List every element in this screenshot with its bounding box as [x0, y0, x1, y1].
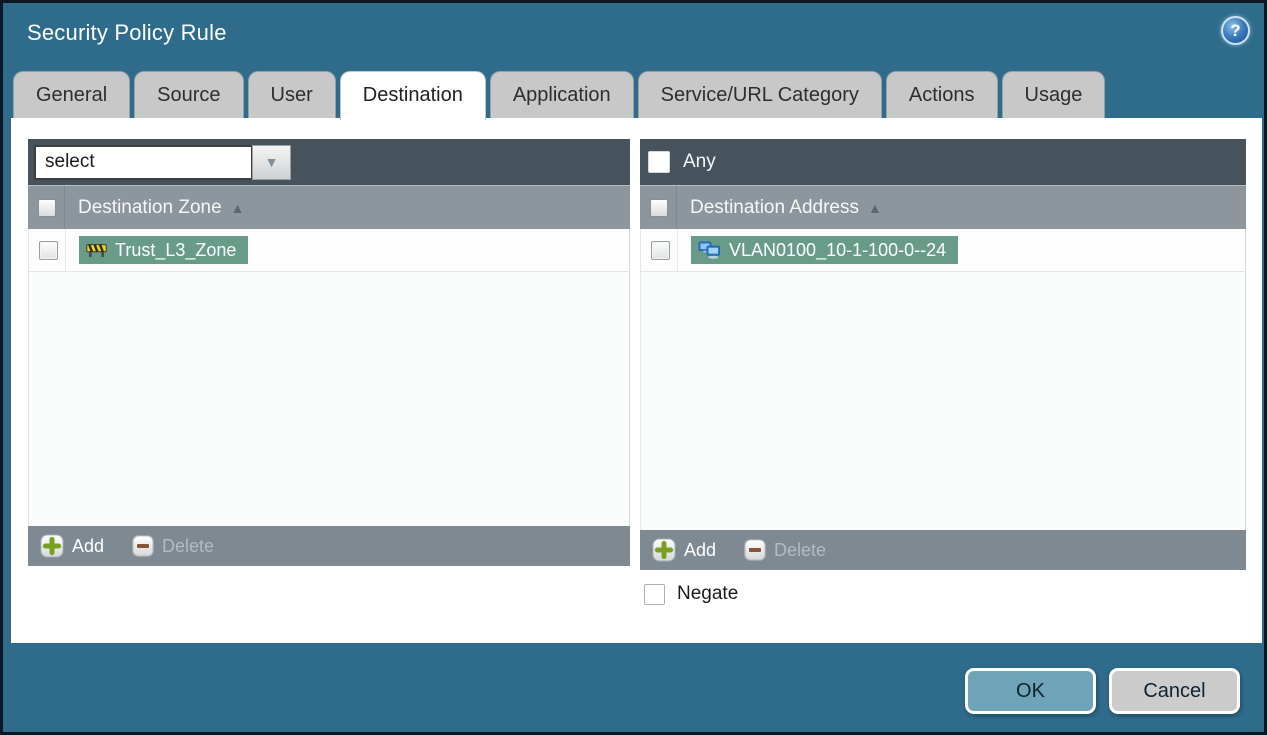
zone-row-checkbox-cell — [29, 229, 66, 271]
zone-header-checkbox-cell — [28, 186, 65, 229]
any-label: Any — [683, 151, 716, 172]
address-select-all-checkbox[interactable] — [650, 198, 668, 217]
help-glyph: ? — [1230, 20, 1241, 40]
cancel-button[interactable]: Cancel — [1109, 668, 1240, 714]
table-row[interactable]: VLAN0100_10-1-100-0--24 — [641, 229, 1245, 272]
zone-select-input[interactable] — [34, 144, 252, 180]
zone-add-label: Add — [72, 535, 105, 556]
add-icon — [652, 538, 676, 562]
address-icon — [698, 241, 721, 259]
tab-bar: General Source User Destination Applicat… — [13, 71, 1106, 120]
address-header-checkbox-cell — [640, 186, 677, 229]
negate-row: Negate — [644, 583, 738, 605]
any-checkbox[interactable] — [648, 151, 670, 173]
address-column-header[interactable]: Destination Address ▲ — [640, 185, 1246, 229]
zone-select-bar: ▼ — [28, 139, 630, 185]
address-entry-chip[interactable]: VLAN0100_10-1-100-0--24 — [691, 236, 959, 264]
zone-add-button[interactable]: Add — [40, 534, 104, 558]
zone-select-all-checkbox[interactable] — [38, 198, 56, 217]
address-delete-button[interactable]: Delete — [744, 539, 826, 561]
ok-button[interactable]: OK — [965, 668, 1096, 714]
delete-icon — [744, 539, 766, 561]
destination-address-panel: Any Destination Address ▲ VLAN0100_10-1-… — [640, 139, 1246, 570]
title-bar: Security Policy Rule ? — [3, 3, 1264, 67]
add-icon — [40, 534, 64, 558]
address-add-label: Add — [684, 539, 717, 560]
tab-user[interactable]: User — [247, 71, 336, 118]
tab-destination[interactable]: Destination — [339, 71, 486, 120]
negate-label: Negate — [677, 583, 739, 604]
negate-checkbox[interactable] — [644, 583, 665, 605]
address-list: VLAN0100_10-1-100-0--24 — [640, 229, 1246, 530]
sort-asc-icon: ▲ — [230, 199, 245, 216]
tab-actions[interactable]: Actions — [885, 71, 998, 118]
zone-column-title: Destination Zone — [78, 196, 222, 218]
security-policy-rule-dialog: Security Policy Rule ? General Source Us… — [0, 0, 1267, 735]
zone-select-dropdown-button[interactable]: ▼ — [252, 144, 291, 180]
address-panel-footer: Add Delete — [640, 530, 1246, 570]
zone-row-checkbox[interactable] — [39, 240, 58, 260]
zone-entry-label: Trust_L3_Zone — [115, 239, 237, 260]
address-add-button[interactable]: Add — [652, 538, 716, 562]
zone-icon — [86, 243, 107, 258]
address-row-checkbox[interactable] — [651, 240, 670, 260]
zone-select-combobox: ▼ — [34, 144, 291, 180]
address-entry-label: VLAN0100_10-1-100-0--24 — [729, 239, 947, 260]
destination-tab-content: ▼ Destination Zone ▲ — [11, 118, 1262, 643]
address-row-checkbox-cell — [641, 229, 678, 271]
zone-delete-label: Delete — [162, 535, 215, 556]
delete-icon — [132, 535, 154, 557]
zone-delete-button[interactable]: Delete — [132, 535, 214, 557]
tab-general[interactable]: General — [13, 71, 131, 118]
address-any-bar: Any — [640, 139, 1246, 185]
tab-usage[interactable]: Usage — [1001, 71, 1106, 118]
zone-panel-footer: Add Delete — [28, 526, 630, 566]
chevron-down-icon: ▼ — [264, 154, 279, 170]
tab-application[interactable]: Application — [489, 71, 634, 118]
help-icon[interactable]: ? — [1221, 16, 1250, 45]
zone-list: Trust_L3_Zone — [28, 229, 630, 526]
dialog-title: Security Policy Rule — [27, 20, 227, 45]
destination-zone-panel: ▼ Destination Zone ▲ — [28, 139, 630, 566]
address-column-title: Destination Address — [690, 196, 859, 218]
tab-service-url-category[interactable]: Service/URL Category — [637, 71, 882, 118]
sort-asc-icon: ▲ — [868, 199, 882, 216]
zone-column-header[interactable]: Destination Zone ▲ — [28, 185, 630, 229]
table-row[interactable]: Trust_L3_Zone — [29, 229, 629, 272]
tab-source[interactable]: Source — [134, 71, 244, 118]
zone-entry-chip[interactable]: Trust_L3_Zone — [79, 236, 249, 264]
address-delete-label: Delete — [774, 539, 827, 560]
